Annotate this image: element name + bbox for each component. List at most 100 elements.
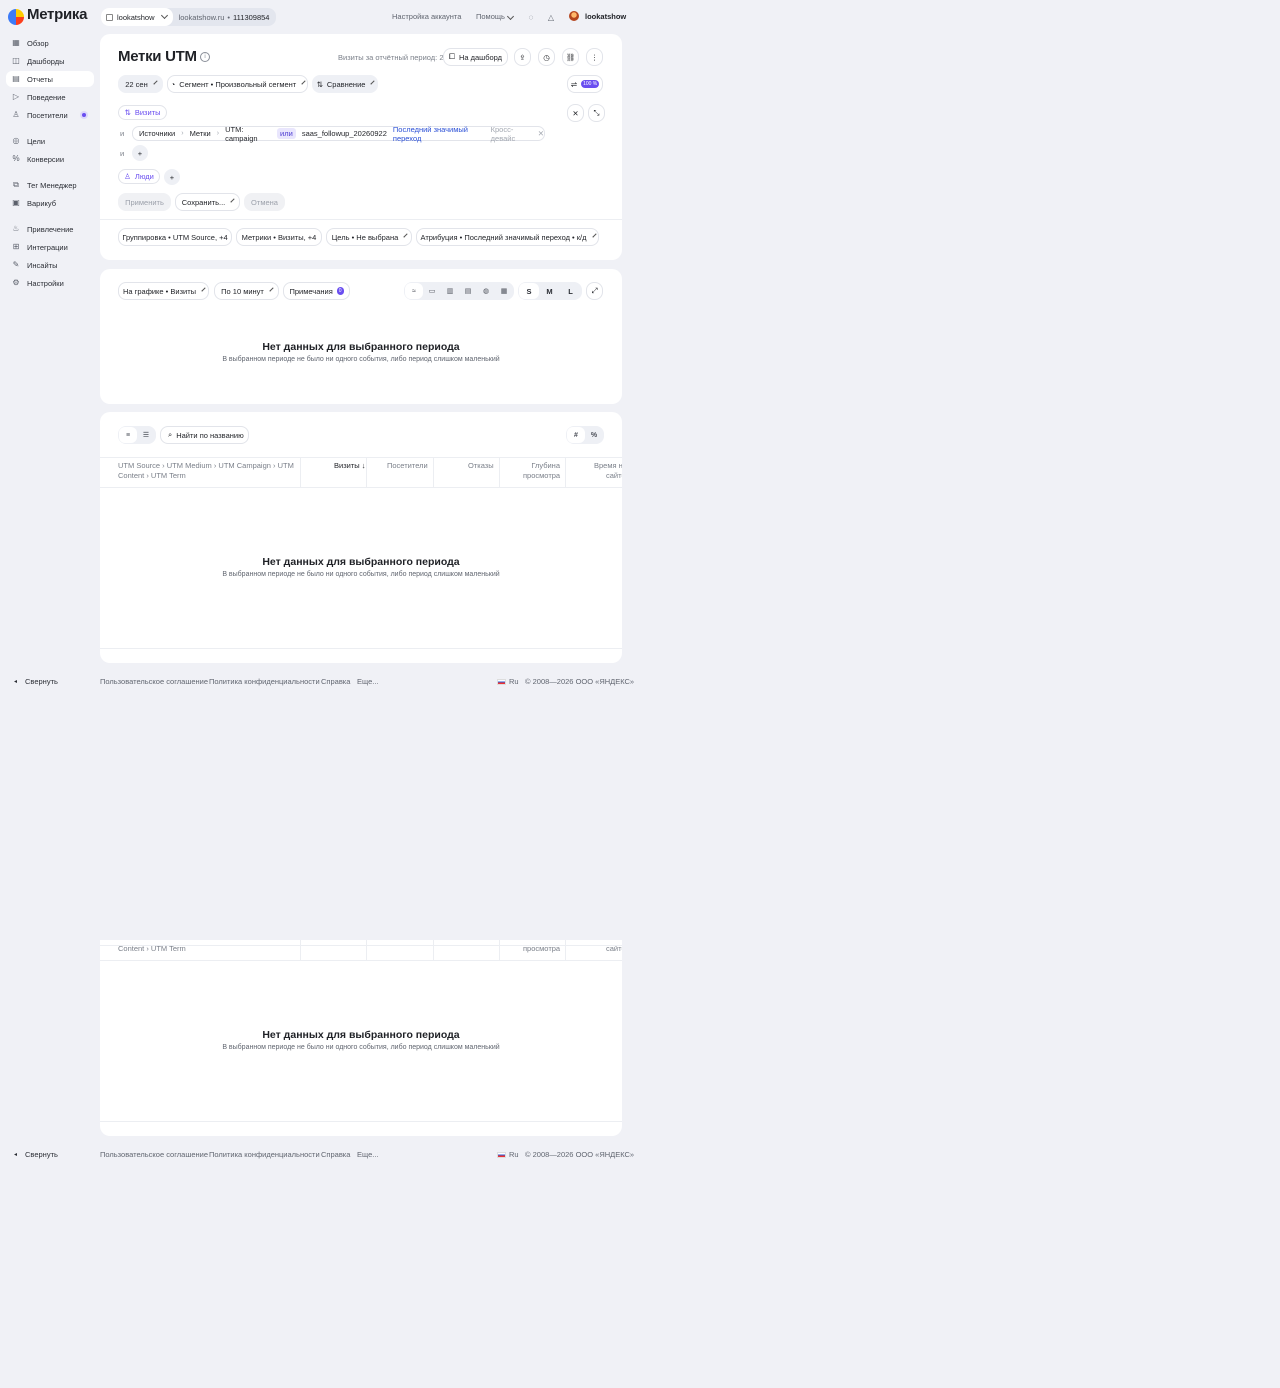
size-m[interactable]: M — [539, 283, 560, 299]
list-view-icon[interactable]: ☰ — [137, 427, 155, 443]
compare-button[interactable]: ⇅ Сравнение — [312, 75, 378, 93]
counter-selector[interactable]: lookatshow lookatshow.ru • 111309854 — [101, 8, 276, 26]
goal-select[interactable]: Цель • Не выбрана — [326, 228, 412, 246]
chart-metric-label: На графике • Визиты — [122, 286, 197, 296]
notes-button[interactable]: Примечания 0 — [283, 282, 350, 300]
area-chart-icon[interactable]: ▭ — [423, 283, 441, 299]
sidebar-item-acquisition[interactable]: ♨ Привлечение — [6, 221, 94, 237]
chevron-down-icon — [160, 11, 168, 20]
percent-values-toggle[interactable]: % — [585, 427, 603, 443]
people-filter-chip[interactable]: ♙ Люди — [118, 169, 160, 184]
chart-size-switcher[interactable]: S M L — [518, 282, 582, 300]
attribution-select[interactable]: Атрибуция • Последний значимый переход •… — [416, 228, 599, 246]
collapse-sidebar-button[interactable]: ◂ Свернуть — [14, 677, 58, 686]
bar-chart-icon[interactable]: ▥ — [441, 283, 459, 299]
metrics-button[interactable]: Метрики • Визиты, +4 — [236, 228, 322, 246]
column-chart-icon[interactable]: ▦ — [495, 283, 513, 299]
grid-icon: ▦ — [12, 38, 20, 47]
compare-label: Сравнение — [326, 79, 366, 89]
or-operator[interactable]: или — [277, 128, 296, 139]
column-header-time[interactable]: Время насайте — [594, 461, 622, 481]
chat-icon[interactable]: ◌ — [526, 12, 536, 22]
footer-terms-link[interactable]: Пользовательское соглашение — [100, 1150, 208, 1159]
tree-view-icon[interactable]: ≡ — [119, 427, 137, 443]
grouping-button[interactable]: Группировка • UTM Source, +4 — [118, 228, 232, 246]
absolute-values-toggle[interactable]: # — [567, 427, 585, 443]
footer-more-link[interactable]: Еще... — [357, 1150, 379, 1159]
sidebar-item-behavior[interactable]: ▷ Поведение — [6, 89, 94, 105]
sidebar-item-conversions[interactable]: % Конверсии — [6, 151, 94, 167]
sidebar-item-visitors[interactable]: ♙ Посетители — [6, 107, 94, 123]
language-switcher[interactable]: Ru — [497, 677, 519, 686]
sidebar-item-tag-manager[interactable]: ⧉ Тег Менеджер — [6, 177, 94, 193]
save-segment-button[interactable]: Сохранить... — [175, 193, 240, 211]
language-switcher[interactable]: Ru — [497, 1150, 519, 1159]
line-chart-icon[interactable]: ≈ — [405, 283, 423, 299]
varicube-icon: ▣ — [12, 198, 20, 207]
footer-terms-link[interactable]: Пользовательское соглашение — [100, 677, 208, 686]
collapse-sidebar-button-lower[interactable]: ◂ Свернуть — [14, 1150, 58, 1159]
chart-metric-select[interactable]: На графике • Визиты — [118, 282, 209, 300]
metrika-logo-icon[interactable] — [8, 9, 24, 25]
column-header-dimensions[interactable]: UTM Source › UTM Medium › UTM Campaign ›… — [118, 461, 298, 481]
column-header-visits[interactable]: Визиты ↓ — [334, 461, 366, 471]
sidebar-item-overview[interactable]: ▦ Обзор — [6, 35, 94, 51]
sampling-button[interactable]: ⇌ 100 % — [567, 75, 603, 93]
app-logo-text[interactable]: Метрика — [27, 6, 87, 23]
avatar[interactable] — [569, 11, 579, 21]
table-header-top-border — [100, 457, 622, 458]
size-l[interactable]: L — [560, 283, 581, 299]
column-header-depth[interactable]: Глубина просмотра — [523, 461, 560, 481]
collapse-filter-button[interactable]: ⤡ — [588, 104, 605, 122]
column-header-visitors[interactable]: Посетители — [387, 461, 428, 471]
sidebar-item-settings[interactable]: ⚙ Настройки — [6, 275, 94, 291]
to-dashboard-button[interactable]: ⧠ На дашборд — [443, 48, 508, 66]
sidebar-item-insights[interactable]: ✎ Инсайты — [6, 257, 94, 273]
footer-privacy-link[interactable]: Политика конфиденциальности — [209, 677, 320, 686]
expand-chart-button[interactable]: ⤢ — [586, 282, 603, 300]
table-view-switcher[interactable]: ≡ ☰ — [118, 426, 156, 444]
add-condition-button[interactable]: + — [132, 145, 148, 161]
help-menu[interactable]: Помощь — [476, 12, 515, 21]
counter-name: lookatshow — [117, 12, 155, 22]
column-header-bounces[interactable]: Отказы — [468, 461, 494, 471]
export-button[interactable]: ⇪ — [514, 48, 531, 66]
date-picker[interactable]: 22 сен — [118, 75, 163, 93]
cancel-button[interactable]: Отмена — [244, 193, 285, 211]
value-mode-switcher[interactable]: # % — [566, 426, 604, 444]
sidebar-item-goals[interactable]: ◎ Цели — [6, 133, 94, 149]
sidebar-item-dashboards[interactable]: ◫ Дашборды — [6, 53, 94, 69]
stacked-bar-icon[interactable]: ▤ — [459, 283, 477, 299]
filter-value: saas_followup_20260922 — [301, 129, 387, 138]
filter-condition[interactable]: Источники › Метки › UTM: campaign или sa… — [132, 125, 545, 143]
bell-icon[interactable]: △ — [546, 12, 556, 22]
pie-chart-icon[interactable]: ◍ — [477, 283, 495, 299]
footer-privacy-link[interactable]: Политика конфиденциальности — [209, 1150, 320, 1159]
share-link-button[interactable]: ⛓ — [562, 48, 579, 66]
remove-condition-icon[interactable]: ✕ — [538, 129, 544, 138]
chart-type-switcher[interactable]: ≈ ▭ ▥ ▤ ◍ ▦ — [404, 282, 514, 300]
apply-button[interactable]: Применить — [118, 193, 171, 211]
sidebar-item-reports[interactable]: ▤ Отчеты — [6, 71, 94, 87]
attribution-link[interactable]: Последний значимый переход — [393, 125, 485, 143]
size-s[interactable]: S — [519, 283, 539, 299]
sidebar-item-label: Дашборды — [27, 56, 65, 66]
segment-select[interactable]: ◔ Сегмент • Произвольный сегмент — [167, 75, 308, 93]
more-button[interactable]: ⋮ — [586, 48, 603, 66]
interval-select[interactable]: По 10 минут — [214, 282, 279, 300]
info-icon[interactable]: i — [200, 52, 210, 62]
close-filter-button[interactable]: ✕ — [567, 104, 584, 122]
footer-help-link[interactable]: Справка — [321, 677, 350, 686]
footer-help-link[interactable]: Справка — [321, 1150, 350, 1159]
footer-more-link[interactable]: Еще... — [357, 677, 379, 686]
add-filter-group-button[interactable]: + — [164, 169, 180, 185]
table-bottom-border-lower — [100, 1121, 622, 1122]
sidebar-item-varicube[interactable]: ▣ Варикуб — [6, 195, 94, 211]
sidebar-item-integrations[interactable]: ⊞ Интеграции — [6, 239, 94, 255]
counter-name-button[interactable]: lookatshow — [101, 8, 173, 26]
search-input[interactable]: ⌕ Найти по названию — [160, 426, 249, 444]
account-settings-link[interactable]: Настройка аккаунта — [392, 12, 461, 21]
username[interactable]: lookatshow — [585, 12, 626, 21]
visits-filter-chip[interactable]: ⇅ Визиты — [118, 105, 167, 120]
history-button[interactable]: ◷ — [538, 48, 555, 66]
